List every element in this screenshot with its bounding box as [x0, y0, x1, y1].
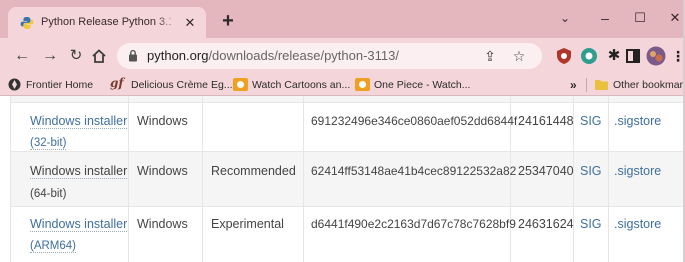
- size-cell: 24631624: [518, 217, 574, 231]
- folder-icon: [595, 80, 608, 90]
- os-cell: Windows: [137, 164, 188, 178]
- browser-toolbar: ← → ↻ python.org/downloads/release/pytho…: [0, 38, 683, 74]
- lock-icon[interactable]: [128, 49, 138, 62]
- bookmark-watch-cartoons[interactable]: Watch Cartoons an...: [252, 77, 350, 93]
- url-host: python.org: [147, 48, 209, 63]
- frontier-icon: [8, 78, 21, 91]
- tab-title: Python Release Python 3.11.3 | P: [41, 16, 171, 28]
- extension-shield-icon[interactable]: [555, 47, 573, 65]
- md5-cell: 691232496e346ce0860aef052dd6844f: [311, 114, 518, 128]
- tab-title-fade: [156, 13, 178, 33]
- size-cell: 24161448: [518, 114, 574, 128]
- extensions-puzzle-icon[interactable]: ✱: [604, 46, 624, 66]
- url-path: /downloads/release/python-3113/: [208, 48, 399, 63]
- bookmarks-divider: [586, 78, 587, 92]
- md5-cell: 62414ff53148ae41b4cec89122532a82: [311, 164, 517, 178]
- url-text[interactable]: python.org/downloads/release/python-3113…: [147, 48, 399, 63]
- home-icon[interactable]: [91, 48, 107, 64]
- row-divider: [10, 151, 683, 152]
- side-panel-icon[interactable]: [626, 49, 640, 63]
- download-link-arm64[interactable]: Windows installer: [30, 217, 128, 232]
- browser-window: Python Release Python 3.11.3 | P ✕ + ⌄ –…: [0, 0, 685, 262]
- sigstore-link[interactable]: .sigstore: [614, 114, 661, 128]
- sig-link[interactable]: SIG: [580, 164, 602, 178]
- release-files-table: Windows installer (32-bit) Windows 69123…: [0, 96, 683, 262]
- bookmark-other-bookmarks[interactable]: Other bookmark: [613, 77, 683, 93]
- sigstore-link[interactable]: .sigstore: [614, 217, 661, 231]
- column-border: [128, 96, 129, 262]
- download-link-32bit[interactable]: Windows installer: [30, 114, 128, 129]
- reload-icon[interactable]: ↻: [66, 46, 86, 66]
- profile-avatar[interactable]: [646, 46, 666, 66]
- bookmark-frontier-home[interactable]: Frontier Home: [26, 77, 93, 93]
- tab-python-release[interactable]: Python Release Python 3.11.3 | P ✕: [8, 7, 206, 38]
- minimize-icon[interactable]: –: [595, 9, 615, 27]
- sig-link[interactable]: SIG: [580, 217, 602, 231]
- row-divider: [10, 206, 683, 207]
- sigstore-link[interactable]: .sigstore: [614, 164, 661, 178]
- sig-link[interactable]: SIG: [580, 114, 602, 128]
- bookmarks-bar: Frontier Home gf Delicious Crème Eg... W…: [0, 74, 683, 96]
- close-window-icon[interactable]: ✕: [665, 9, 683, 27]
- download-link-64bit[interactable]: Windows installer: [30, 164, 128, 179]
- forward-icon[interactable]: →: [40, 46, 60, 66]
- tab-strip: Python Release Python 3.11.3 | P ✕ + ⌄ –…: [0, 0, 683, 38]
- gf-icon: gf: [110, 76, 124, 90]
- back-icon[interactable]: ←: [12, 46, 32, 66]
- maximize-icon[interactable]: ☐: [630, 9, 650, 27]
- tab-search-icon[interactable]: ⌄: [555, 9, 575, 27]
- bookmark-one-piece[interactable]: One Piece - Watch...: [374, 77, 470, 93]
- bookmark-star-icon[interactable]: ☆: [510, 47, 528, 65]
- download-link-arm64-suffix[interactable]: (ARM64): [30, 240, 77, 253]
- description-cell: Recommended: [211, 164, 296, 178]
- python-logo-icon: [20, 17, 34, 29]
- extension-badge-icon[interactable]: [580, 47, 598, 65]
- menu-icon[interactable]: ⋮: [668, 46, 683, 66]
- address-bar[interactable]: python.org/downloads/release/python-3113…: [117, 43, 542, 69]
- download-link-32bit-suffix[interactable]: (32-bit): [30, 137, 67, 150]
- share-icon[interactable]: ⇪: [481, 47, 499, 65]
- size-cell: 25347040: [518, 164, 574, 178]
- md5-cell: d6441f490e2c2163d7d67c78c7628bf9: [311, 217, 516, 231]
- crunchyroll-icon: [355, 78, 370, 91]
- download-link-64bit-suffix[interactable]: (64-bit): [30, 188, 66, 200]
- os-cell: Windows: [137, 217, 188, 231]
- crunchyroll-icon: [233, 78, 248, 91]
- new-tab-icon[interactable]: +: [218, 11, 238, 32]
- column-border: [10, 96, 11, 262]
- bookmark-delicious-creme[interactable]: Delicious Crème Eg...: [131, 77, 233, 93]
- os-cell: Windows: [137, 114, 188, 128]
- row-divider: [10, 102, 683, 103]
- column-border: [608, 96, 609, 262]
- bookmarks-overflow-icon[interactable]: »: [570, 77, 577, 93]
- column-border: [202, 96, 203, 262]
- description-cell: Experimental: [211, 217, 284, 231]
- tab-close-icon[interactable]: ✕: [182, 15, 198, 31]
- column-border: [303, 96, 304, 262]
